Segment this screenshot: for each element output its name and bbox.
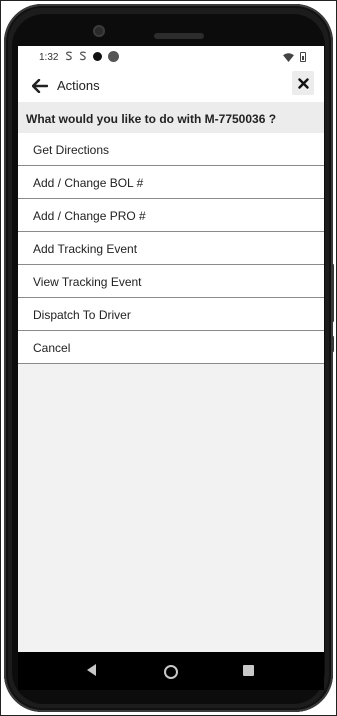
action-add-tracking-event[interactable]: Add Tracking Event xyxy=(18,232,324,265)
status-bar: 1:32 xyxy=(18,46,324,70)
action-label: Dispatch To Driver xyxy=(33,308,131,322)
action-label: Add / Change PRO # xyxy=(33,209,146,223)
actions-list: Get Directions Add / Change BOL # Add / … xyxy=(18,133,324,364)
wifi-icon xyxy=(283,52,294,62)
power-button xyxy=(331,336,334,352)
battery-icon xyxy=(300,52,306,62)
status-notification-icons xyxy=(65,51,119,62)
action-label: Cancel xyxy=(33,341,71,355)
nav-back-icon[interactable] xyxy=(87,664,97,676)
action-label: Add / Change BOL # xyxy=(33,176,144,190)
earpiece-speaker xyxy=(154,33,204,39)
status-time: 1:32 xyxy=(39,52,59,63)
action-add-change-bol[interactable]: Add / Change BOL # xyxy=(18,166,324,199)
black-dot-icon xyxy=(93,52,102,61)
status-system-icons xyxy=(283,52,306,62)
action-label: Add Tracking Event xyxy=(33,242,138,256)
page-title: Actions xyxy=(57,78,100,93)
prompt-text: What would you like to do with M-7750036… xyxy=(26,112,277,126)
system-navigation-bar xyxy=(18,652,324,690)
s-notification-icon xyxy=(65,51,73,62)
nav-home-icon[interactable] xyxy=(164,665,178,679)
nav-recents-icon[interactable] xyxy=(243,665,254,676)
action-label: Get Directions xyxy=(33,143,110,157)
action-dispatch-to-driver[interactable]: Dispatch To Driver xyxy=(18,298,324,331)
action-cancel[interactable]: Cancel xyxy=(18,331,324,364)
arrow-left-icon xyxy=(32,79,48,93)
volume-button xyxy=(331,264,334,322)
close-button[interactable] xyxy=(292,71,314,95)
close-x-icon xyxy=(297,77,309,89)
front-camera-icon xyxy=(93,25,105,37)
app-bar: Actions xyxy=(18,70,324,102)
action-get-directions[interactable]: Get Directions xyxy=(18,133,324,166)
back-button[interactable] xyxy=(28,74,52,98)
s-notification-icon xyxy=(79,51,87,62)
action-view-tracking-event[interactable]: View Tracking Event xyxy=(18,265,324,298)
action-add-change-pro[interactable]: Add / Change PRO # xyxy=(18,199,324,232)
action-label: View Tracking Event xyxy=(33,275,142,289)
action-prompt: What would you like to do with M-7750036… xyxy=(18,102,324,133)
grey-dot-icon xyxy=(108,51,119,62)
device-screen: 1:32 Actions What would you like to do w… xyxy=(18,46,324,652)
